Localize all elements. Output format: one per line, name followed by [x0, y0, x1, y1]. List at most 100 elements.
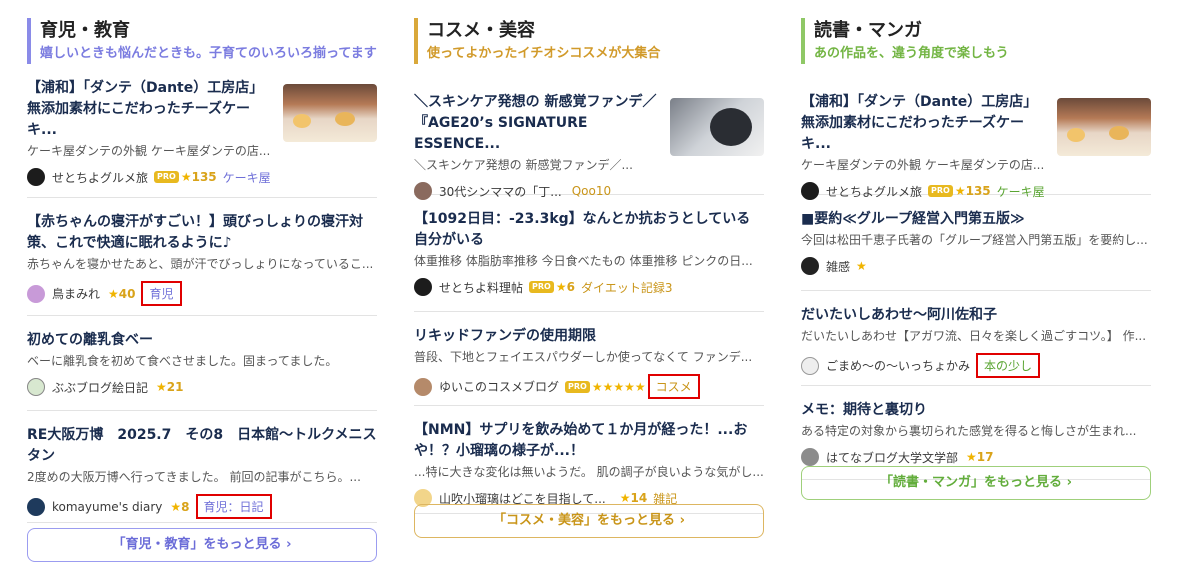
pro-badge: PRO [565, 380, 590, 393]
entry-meta: せとちよ料理帖 PRO ★6 ダイエット記録3 [414, 278, 764, 296]
entry-meta: ゆいこのコスメブログ PRO ★★★★★ コスメ [414, 374, 764, 399]
avatar[interactable] [27, 378, 45, 396]
entry-card[interactable]: 【浦和】「ダンテ（Dante）工房店」無添加素材にこだわったチーズケーキ... … [27, 78, 377, 198]
entry-card[interactable]: 初めての離乳食ベー ベーに離乳食を初めて食べさせました。固まってました。 ぶぶブ… [27, 316, 377, 411]
star-icon: ★14 [619, 491, 648, 505]
cheesecake-thumbnail[interactable] [283, 84, 377, 142]
entry-card[interactable]: 【1092日目：-23.3kg】なんとか抗おうとしている自分がいる 体重推移 体… [414, 195, 764, 312]
entry-title[interactable]: 【浦和】「ダンテ（Dante）工房店」無添加素材にこだわったチーズケーキ... [801, 92, 1051, 155]
column-title[interactable]: 読書・マンガ [814, 18, 1151, 44]
star-count: 17 [976, 450, 994, 464]
author-name[interactable]: はてなブログ大学文学部 [826, 449, 958, 466]
star-icon: ★135 [180, 170, 217, 184]
avatar[interactable] [801, 356, 819, 375]
pro-badge: PRO [529, 281, 554, 293]
entry-title[interactable]: 【NMN】サプリを飲み始めて１か月が経った！...おや！？小瑠璃の様子が...！ [414, 420, 764, 462]
entry-card[interactable]: だいたいしあわせ〜阿川佐和子 だいたいしあわせ【アガワ流、日々を楽しく過ごすコツ… [801, 291, 1151, 386]
column-header: 育児・教育 嬉しいときも悩んだときも。子育てのいろいろ揃ってます [27, 18, 377, 64]
avatar[interactable] [414, 278, 432, 296]
more-cosme-beauty-button[interactable]: 「コスメ・美容」をもっと見る › [414, 504, 764, 538]
entry-card[interactable]: 【赤ちゃんの寝汗がすごい！】頭びっしょりの寝汗対策、これで快適に眠れるように♪ … [27, 198, 377, 316]
entry-title[interactable]: 【浦和】「ダンテ（Dante）工房店」無添加素材にこだわったチーズケーキ... [27, 78, 277, 141]
entry-title[interactable]: ＼スキンケア発想の 新感覚ファンデ／『AGE20’s SIGNATURE ESS… [414, 92, 664, 155]
entry-excerpt: 普段、下地とフェイエスパウダーしか使ってなくて ファンデ... [414, 350, 753, 364]
entry-meta: せとちよグルメ旅 PRO ★135 ケーキ屋 [27, 168, 377, 186]
column-title[interactable]: コスメ・美容 [427, 18, 764, 44]
entry-meta: 鳥まみれ ★40 育児 [27, 281, 377, 306]
avatar[interactable] [801, 257, 819, 275]
star-count: 135 [191, 170, 217, 184]
foundation-thumbnail[interactable] [670, 98, 764, 156]
author-name[interactable]: 鳥まみれ [52, 285, 100, 302]
entry-meta: 雑感 ★ [801, 257, 1151, 275]
entry-title[interactable]: RE大阪万博 2025.7 その8 日本館〜トルクメニスタン [27, 425, 377, 467]
entry-excerpt: ベーに離乳食を初めて食べさせました。固まってました。 [27, 354, 338, 368]
more-kids-education-button[interactable]: 「育児・教育」をもっと見る › [27, 528, 377, 562]
column-subtitle: あの作品を、違う角度で楽しもう [814, 46, 1009, 61]
star-count: 21 [166, 380, 184, 394]
entry-excerpt: 今回は松田千恵子氏著の「グループ経営入門第五版」を要約し... [801, 233, 1148, 247]
column-books-manga: 読書・マンガ あの作品を、違う角度で楽しもう 【浦和】「ダンテ（Dante）工房… [801, 18, 1151, 500]
author-name[interactable]: komayume's diary [52, 500, 162, 514]
entry-card[interactable]: リキッドファンデの使用期限 普段、下地とフェイエスパウダーしか使ってなくて ファ… [414, 312, 764, 406]
star-count: 6 [566, 280, 575, 294]
author-name[interactable]: ぶぶブログ絵日記 [52, 379, 148, 396]
category-tag[interactable]: 本の少し [976, 353, 1041, 378]
entry-meta: ぶぶブログ絵日記 ★21 [27, 378, 377, 396]
entry-title[interactable]: 【1092日目：-23.3kg】なんとか抗おうとしている自分がいる [414, 209, 764, 251]
avatar[interactable] [27, 284, 45, 303]
star-icon: ★6 [555, 280, 575, 294]
entry-excerpt: ...特に大きな変化は無いようだ。 肌の調子が良いような気がし... [414, 465, 764, 479]
star-count: 14 [630, 491, 648, 505]
star-count: 40 [118, 286, 136, 301]
entry-title[interactable]: ■要約≪グループ経営入門第五版≫ [801, 209, 1151, 230]
entry-meta: ごまめ〜の〜いっちょかみ 本の少し [801, 353, 1151, 378]
column-cosme-beauty: コスメ・美容 使ってよかったイチオシコスメが大集合 ＼スキンケア発想の 新感覚フ… [414, 18, 764, 538]
star-icon: ★21 [156, 380, 184, 394]
entry-title[interactable]: リキッドファンデの使用期限 [414, 326, 764, 347]
entry-excerpt: 2度めの大阪万博へ行ってきました。 前回の記事がこちら。... [27, 470, 361, 484]
entry-excerpt: 体重推移 体脂肪率推移 今日食べたもの 体重推移 ピンクの日... [414, 254, 753, 268]
star-icon: ★ [856, 259, 867, 273]
entry-title[interactable]: メモ：期待と裏切り [801, 400, 1151, 421]
entry-excerpt: 赤ちゃんを寝かせたあと、頭が汗でびっしょりになっているこ... [27, 257, 374, 271]
column-header: 読書・マンガ あの作品を、違う角度で楽しもう [801, 18, 1151, 64]
category-tag[interactable]: 育児：日記 [195, 494, 272, 519]
category-tag[interactable]: コスメ [647, 374, 700, 399]
category-tag[interactable]: ケーキ屋 [223, 169, 271, 186]
pro-badge: PRO [154, 171, 179, 183]
entry-meta: はてなブログ大学文学部 ★17 [801, 448, 1151, 466]
entry-title[interactable]: だいたいしあわせ〜阿川佐和子 [801, 305, 1151, 326]
entry-excerpt: ケーキ屋ダンテの外観 ケーキ屋ダンテの店... [801, 158, 1045, 172]
entry-title[interactable]: 【赤ちゃんの寝汗がすごい！】頭びっしょりの寝汗対策、これで快適に眠れるように♪ [27, 212, 377, 254]
avatar[interactable] [414, 377, 432, 396]
cheesecake-thumbnail[interactable] [1057, 98, 1151, 156]
entry-meta: komayume's diary ★8 育児：日記 [27, 494, 377, 519]
entry-excerpt: だいたいしあわせ【アガワ流、日々を楽しく過ごすコツ。】 作... [801, 329, 1147, 343]
entry-title[interactable]: 初めての離乳食ベー [27, 330, 377, 351]
entry-card[interactable]: 【NMN】サプリを飲み始めて１か月が経った！...おや！？小瑠璃の様子が...！… [414, 406, 764, 514]
author-name[interactable]: 雑感 [826, 258, 850, 275]
star-icon: ★40 [108, 286, 136, 301]
entry-card[interactable]: RE大阪万博 2025.7 その8 日本館〜トルクメニスタン 2度めの大阪万博へ… [27, 411, 377, 523]
category-tag[interactable]: 育児 [141, 281, 182, 306]
column-subtitle: 嬉しいときも悩んだときも。子育てのいろいろ揃ってます [40, 46, 377, 61]
author-name[interactable]: ごまめ〜の〜いっちょかみ [826, 357, 970, 374]
column-title[interactable]: 育児・教育 [40, 18, 377, 44]
avatar[interactable] [27, 168, 45, 186]
entry-card[interactable]: 【浦和】「ダンテ（Dante）工房店」無添加素材にこだわったチーズケーキ... … [801, 78, 1151, 200]
star-icon: ★★★★★ [591, 379, 646, 394]
category-tag[interactable]: ダイエット記録3 [581, 279, 673, 296]
column-kids-education: 育児・教育 嬉しいときも悩んだときも。子育てのいろいろ揃ってます 【浦和】「ダン… [27, 18, 377, 562]
author-name[interactable]: ゆいこのコスメブログ [439, 378, 559, 395]
entry-card[interactable]: ■要約≪グループ経営入門第五版≫ 今回は松田千恵子氏著の「グループ経営入門第五版… [801, 195, 1151, 291]
author-name[interactable]: せとちよ料理帖 [439, 279, 523, 296]
more-books-manga-button[interactable]: 「読書・マンガ」をもっと見る › [801, 466, 1151, 500]
author-name[interactable]: せとちよグルメ旅 [52, 169, 148, 186]
star-count: 8 [181, 499, 190, 514]
avatar[interactable] [801, 448, 819, 466]
entry-card[interactable]: ＼スキンケア発想の 新感覚ファンデ／『AGE20’s SIGNATURE ESS… [414, 78, 764, 200]
column-header: コスメ・美容 使ってよかったイチオシコスメが大集合 [414, 18, 764, 64]
avatar[interactable] [27, 497, 45, 516]
column-subtitle: 使ってよかったイチオシコスメが大集合 [427, 46, 661, 61]
